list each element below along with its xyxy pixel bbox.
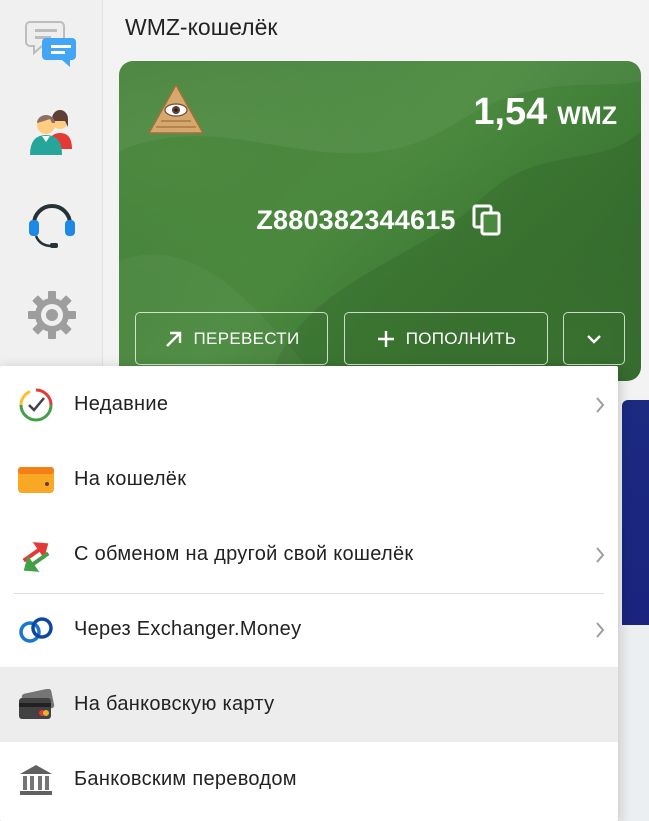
plus-icon — [377, 330, 394, 347]
wallet-number-row: Z880382344615 — [119, 203, 641, 237]
transfer-button-label: ПЕРЕВЕСТИ — [193, 328, 300, 348]
webmoney-eye-logo-icon — [147, 83, 205, 142]
bank-building-icon — [17, 761, 55, 799]
page-title: WMZ-кошелёк — [125, 14, 278, 40]
support-headset-icon[interactable] — [22, 192, 82, 252]
menu-item-label: Недавние — [74, 393, 169, 415]
menu-item-exchange-own-wallet[interactable]: С обменом на другой свой кошелёк — [0, 517, 618, 592]
wallet-card: 1,54 WMZ Z880382344615 ПЕРЕВЕСТИ ПОПОЛНИ… — [119, 61, 641, 381]
exchanger-link-icon — [17, 611, 55, 649]
menu-item-label: На кошелёк — [74, 468, 187, 490]
wallet-icon — [17, 461, 55, 499]
chat-icon[interactable] — [22, 14, 82, 74]
menu-item-label: Через Exchanger.Money — [74, 618, 302, 640]
exchange-arrows-icon — [17, 536, 55, 574]
menu-item-to-wallet[interactable]: На кошелёк — [0, 442, 618, 517]
wallet-balance: 1,54 WMZ — [473, 91, 617, 134]
balance-currency: WMZ — [557, 102, 617, 130]
transfer-button[interactable]: ПЕРЕВЕСТИ — [135, 312, 328, 365]
menu-item-exchanger-money[interactable]: Через Exchanger.Money — [0, 592, 618, 667]
wallet-number: Z880382344615 — [256, 204, 456, 235]
chevron-right-icon — [592, 619, 608, 641]
arrow-up-right-icon — [165, 331, 181, 347]
balance-amount: 1,54 — [473, 91, 548, 133]
menu-item-bank-card[interactable]: На банковскую карту — [0, 667, 618, 742]
recent-clock-icon — [17, 386, 55, 424]
contacts-icon[interactable] — [22, 103, 82, 163]
topup-button-label: ПОПОЛНИТЬ — [405, 328, 517, 348]
menu-item-label: С обменом на другой свой кошелёк — [74, 543, 414, 565]
chevron-right-icon — [592, 544, 608, 566]
menu-item-label: На банковскую карту — [74, 693, 275, 715]
copy-icon[interactable] — [470, 203, 504, 237]
menu-item-label: Банковским переводом — [74, 768, 297, 790]
more-actions-button[interactable] — [563, 312, 625, 365]
menu-item-recent[interactable]: Недавние — [0, 367, 618, 442]
settings-gear-icon[interactable] — [22, 285, 82, 345]
transfer-menu: Недавние На кошелёк С обменом на другой … — [0, 366, 618, 821]
bank-card-icon — [17, 686, 55, 724]
chevron-down-icon — [587, 334, 601, 344]
menu-item-bank-transfer[interactable]: Банковским переводом — [0, 742, 618, 817]
side-panel-strip — [622, 625, 649, 821]
topup-button[interactable]: ПОПОЛНИТЬ — [344, 312, 548, 365]
chevron-right-icon — [592, 394, 608, 416]
